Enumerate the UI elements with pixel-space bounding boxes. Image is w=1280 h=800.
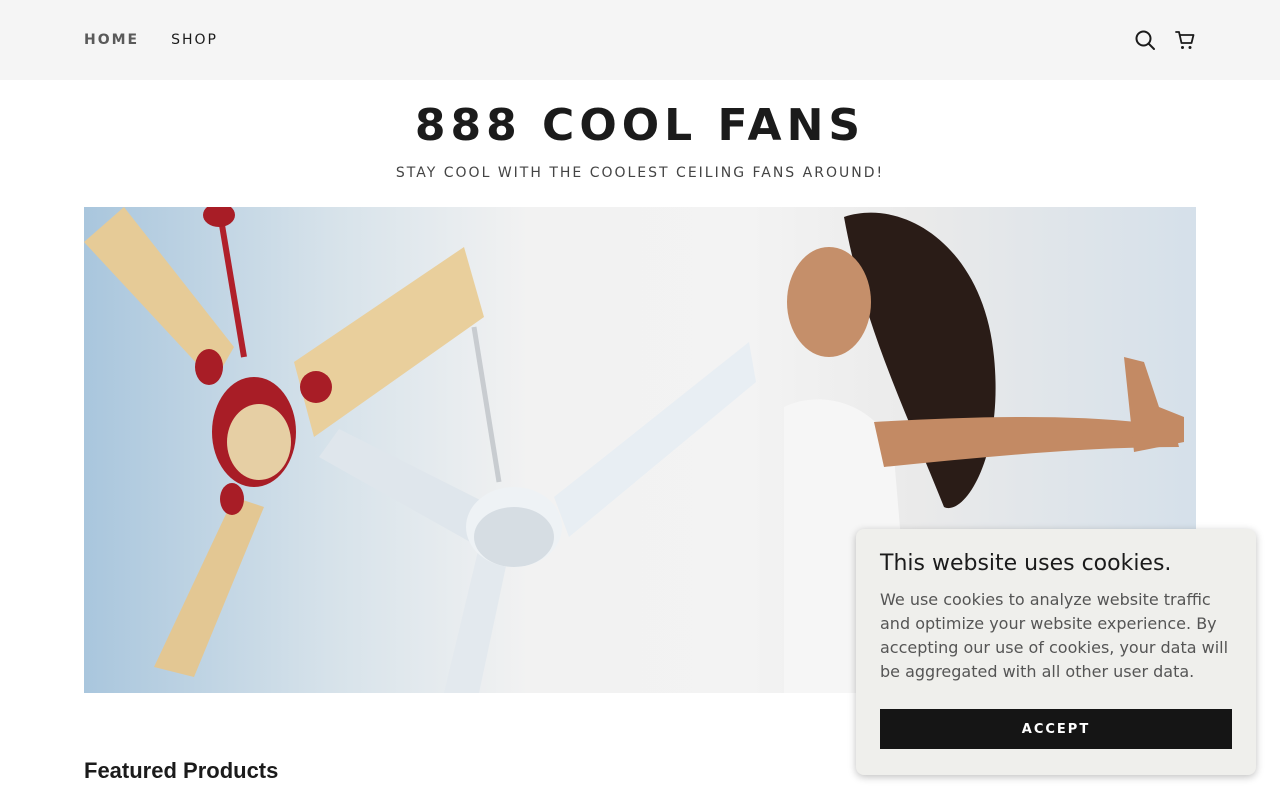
site-title: 888 COOL FANS <box>414 100 866 151</box>
accept-cookies-button[interactable]: ACCEPT <box>880 709 1232 749</box>
main-nav: HOME SHOP <box>84 0 218 80</box>
nav-home-link[interactable]: HOME <box>84 32 139 48</box>
search-icon[interactable] <box>1134 29 1156 51</box>
featured-products-heading: Featured Products <box>84 758 279 783</box>
beige-ceiling-fan <box>84 207 484 677</box>
site-tagline: STAY COOL WITH THE COOLEST CEILING FANS … <box>395 165 885 181</box>
cookie-banner-title: This website uses cookies. <box>880 551 1172 576</box>
cart-icon[interactable] <box>1174 29 1196 51</box>
nav-shop-link[interactable]: SHOP <box>171 32 218 48</box>
cookie-consent-banner: This website uses cookies. We use cookie… <box>856 529 1256 775</box>
top-navigation-bar: HOME SHOP <box>0 0 1280 80</box>
header-icons <box>1134 0 1196 80</box>
cookie-banner-body: We use cookies to analyze website traffi… <box>880 590 1229 681</box>
